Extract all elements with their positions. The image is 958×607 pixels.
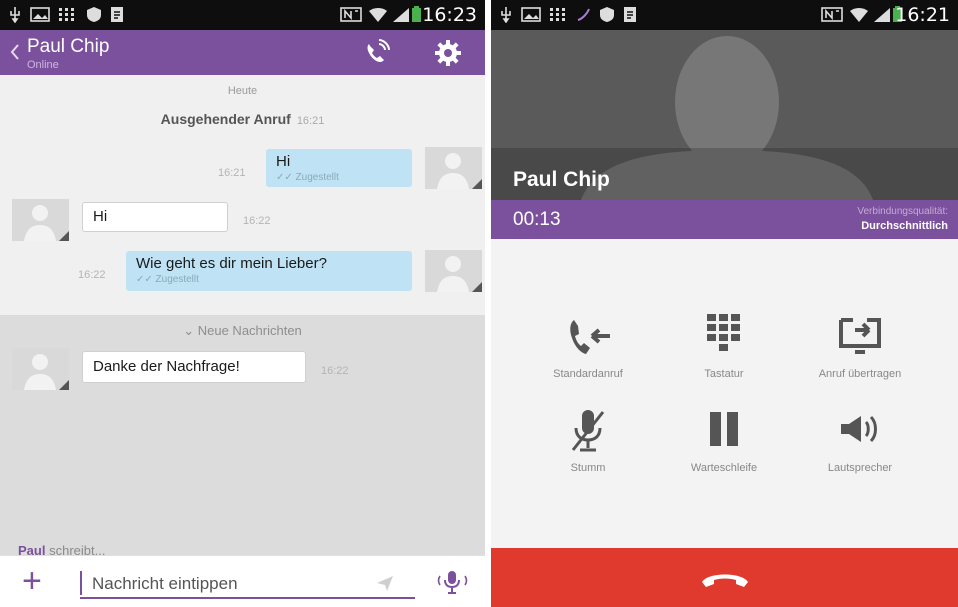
- caller-photo: Paul Chip: [491, 30, 958, 200]
- nfc-icon: [340, 7, 362, 22]
- status-bar: 16:21: [491, 0, 958, 30]
- battery-icon: [412, 6, 421, 22]
- message-list[interactable]: Heute Ausgehender Anruf 16:21 16:21 Hi ✓✓…: [0, 75, 485, 315]
- call-screen: 16:21 Paul Chip 00:13 Verbindungsqualitä…: [491, 0, 958, 607]
- hold-icon: [710, 412, 738, 446]
- shield-icon: [600, 7, 614, 22]
- message-time: 16:22: [243, 215, 271, 227]
- call-duration: 00:13: [513, 209, 561, 230]
- contact-status: Online: [27, 59, 59, 71]
- incoming-message[interactable]: Danke der Nachfrage!: [82, 351, 306, 383]
- message-time: 16:22: [321, 365, 349, 377]
- wifi-icon: [369, 8, 387, 22]
- message-text: Danke der Nachfrage!: [93, 358, 240, 375]
- caller-name: Paul Chip: [513, 168, 610, 191]
- user-avatar-icon: [437, 256, 482, 292]
- call-info-bar: 00:13 Verbindungsqualität: Durchschnittl…: [491, 200, 958, 239]
- quality-value: Durchschnittlich: [861, 220, 948, 232]
- image-icon: [30, 7, 50, 22]
- nfc-icon: [821, 7, 843, 22]
- add-attachment-button[interactable]: +: [22, 564, 42, 598]
- keypad-icon: [707, 314, 740, 351]
- user-avatar-icon: [24, 205, 69, 241]
- outgoing-call-label: Ausgehender Anruf: [160, 111, 291, 127]
- settings-gear-icon[interactable]: [433, 38, 463, 68]
- standard-call-label: Standardanruf: [553, 368, 623, 380]
- message-text: Wie geht es dir mein Lieber?: [136, 255, 327, 272]
- keypad-label: Tastatur: [704, 368, 744, 380]
- mute-label: Stumm: [570, 462, 606, 474]
- outgoing-call-time: 16:21: [296, 115, 325, 127]
- avatar: [425, 250, 482, 292]
- wifi-icon: [850, 8, 868, 22]
- hang-up-icon: [702, 574, 748, 587]
- standard-call-icon: [570, 320, 610, 354]
- end-call-button[interactable]: [491, 548, 958, 607]
- message-input[interactable]: Nachricht eintippen: [80, 569, 415, 599]
- user-avatar-icon: [437, 153, 482, 189]
- outgoing-message[interactable]: Wie geht es dir mein Lieber? ✓✓ Zugestel…: [126, 251, 412, 291]
- call-icon[interactable]: [362, 38, 392, 68]
- message-text: Hi: [276, 153, 291, 170]
- standard-call-button[interactable]: Standardanruf: [513, 312, 663, 380]
- text-caret: [80, 571, 82, 595]
- outgoing-message[interactable]: Hi ✓✓ Zugestellt: [266, 149, 412, 187]
- mute-icon: [571, 410, 605, 452]
- hold-label: Warteschleife: [690, 462, 758, 474]
- status-time: 16:23: [422, 4, 477, 26]
- message-text: Hi: [93, 208, 108, 225]
- avatar: [425, 147, 482, 189]
- speaker-button[interactable]: Lautsprecher: [785, 406, 935, 474]
- chat-header: Paul Chip Online: [0, 30, 485, 75]
- chat-screen: 16:23 Paul Chip Online Heute Ausgehender…: [0, 0, 485, 607]
- usb-icon: [10, 7, 20, 23]
- document-icon: [111, 7, 123, 22]
- keypad-button[interactable]: Tastatur: [649, 312, 799, 380]
- avatar: [12, 348, 69, 390]
- status-bar: 16:23: [0, 0, 485, 30]
- viber-call-icon: [577, 8, 590, 21]
- transfer-call-icon: [839, 318, 881, 354]
- message-time: 16:22: [78, 269, 106, 281]
- grid-icon: [59, 8, 74, 21]
- send-icon[interactable]: [375, 573, 395, 593]
- hold-button[interactable]: Warteschleife: [649, 406, 799, 474]
- back-chevron-icon[interactable]: [10, 43, 20, 61]
- contact-name[interactable]: Paul Chip: [27, 36, 109, 58]
- signal-icon: [874, 8, 890, 22]
- grid-icon: [550, 8, 565, 21]
- delivered-status: ✓✓ Zugestellt: [136, 274, 199, 285]
- microphone-icon[interactable]: [432, 568, 472, 596]
- unread-section: ⌄ Neue Nachrichten Danke der Nachfrage! …: [0, 315, 485, 558]
- image-icon: [521, 7, 541, 22]
- signal-icon: [393, 8, 409, 22]
- message-time: 16:21: [218, 167, 246, 179]
- message-composer: + Nachricht eintippen: [0, 555, 485, 607]
- speaker-label: Lautsprecher: [827, 462, 893, 474]
- transfer-call-label: Anruf übertragen: [818, 368, 902, 380]
- outgoing-call-entry: Ausgehender Anruf 16:21: [0, 111, 485, 127]
- chevron-down-icon: ⌄: [183, 323, 195, 338]
- day-separator: Heute: [227, 85, 258, 97]
- status-time: 16:21: [895, 4, 950, 26]
- message-placeholder: Nachricht eintippen: [92, 574, 238, 593]
- usb-icon: [501, 7, 511, 23]
- avatar: [12, 199, 69, 241]
- delivered-status: ✓✓ Zugestellt: [276, 172, 339, 183]
- shield-icon: [87, 7, 101, 22]
- user-avatar-icon: [24, 354, 69, 390]
- mute-button[interactable]: Stumm: [513, 406, 663, 474]
- new-messages-separator: ⌄ Neue Nachrichten: [183, 323, 302, 338]
- quality-label: Verbindungsqualität:: [857, 206, 948, 217]
- speaker-icon: [841, 415, 877, 443]
- document-icon: [624, 7, 636, 22]
- transfer-call-button[interactable]: Anruf übertragen: [785, 312, 935, 380]
- incoming-message[interactable]: Hi: [82, 202, 228, 232]
